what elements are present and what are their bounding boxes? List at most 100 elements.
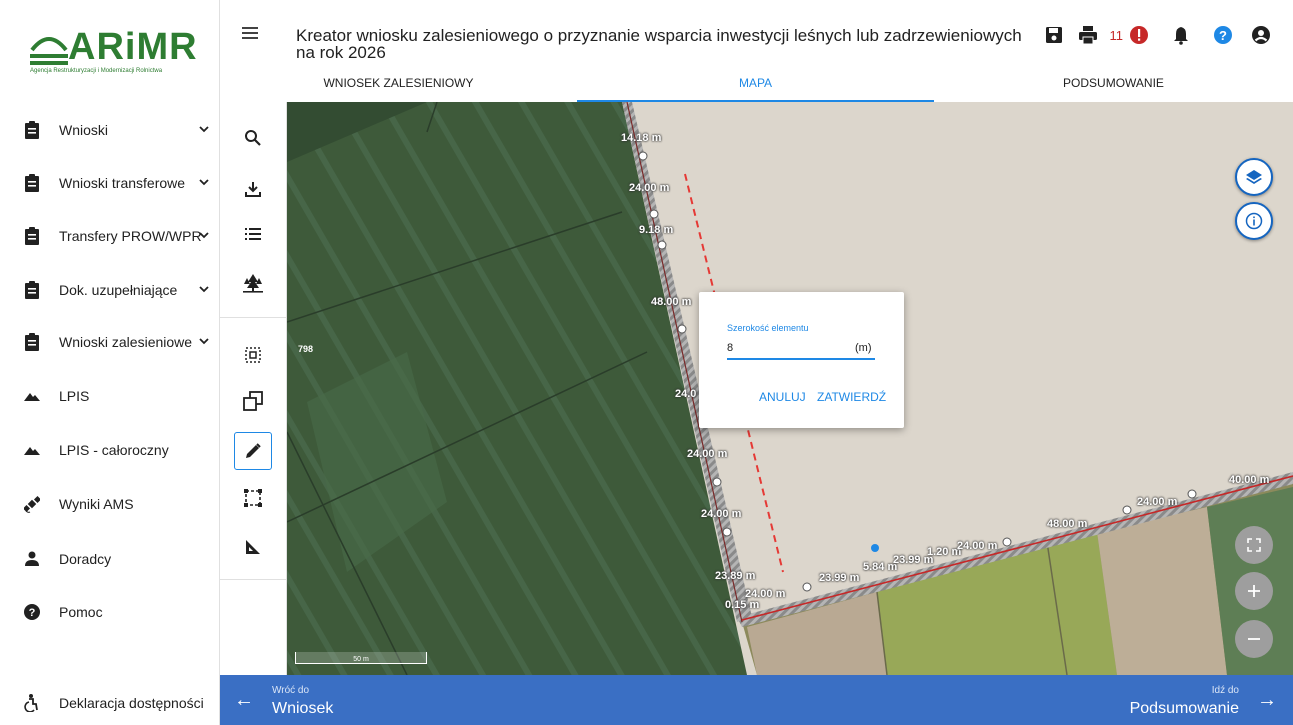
layers-button[interactable] — [1235, 158, 1273, 196]
notification-count: 11 — [1109, 27, 1124, 43]
measurement-label: 0.15 m — [725, 599, 760, 611]
measurement-label: 9.18 m — [639, 224, 674, 236]
measurement-label: 24.00 m — [629, 182, 670, 194]
sidebar-item-label: Doradcy — [59, 551, 112, 567]
sidebar-item-wnioski-transferowe[interactable]: Wnioski transferowe — [0, 163, 220, 203]
logo-text: ARiMR — [68, 26, 198, 68]
svg-text:?: ? — [29, 607, 36, 619]
measurement-label: 40.00 m — [1229, 474, 1270, 486]
zoom-in-button[interactable] — [1235, 572, 1273, 610]
width-unit: (m) — [855, 342, 872, 354]
next-caption: Idź do — [1211, 685, 1239, 696]
cancel-button[interactable]: ANULUJ — [759, 390, 806, 404]
download-tool-button[interactable] — [234, 170, 272, 208]
confirm-button[interactable]: ZATWIERDŹ — [817, 390, 886, 404]
width-input[interactable] — [727, 338, 875, 360]
chevron-down-icon — [199, 286, 209, 293]
tab-bar: WNIOSEK ZALESIENIOWY MAPA PODSUMOWANIE — [220, 70, 1293, 102]
mountain-icon — [24, 393, 40, 401]
minus-icon — [1248, 638, 1260, 640]
layers-icon — [1246, 170, 1262, 184]
print-icon[interactable] — [1078, 25, 1098, 45]
clipboard-icon — [25, 174, 39, 192]
arimr-logo[interactable]: ARiMR Agencja Restrukturyzacji i Moderni… — [28, 24, 208, 74]
sidebar-item-wnioski-zalesieniowe[interactable]: Wnioski zalesieniowe — [0, 322, 220, 362]
search-tool-button[interactable] — [234, 119, 272, 157]
sidebar-item-label: Dok. uzupełniające — [59, 282, 178, 298]
sidebar: ARiMR Agencja Restrukturyzacji i Moderni… — [0, 0, 220, 725]
tab-mapa[interactable]: MAPA — [577, 70, 934, 102]
parcel-number: 798 — [298, 344, 314, 354]
width-field-label: Szerokość elementu — [727, 323, 809, 333]
clipboard-icon — [25, 121, 39, 139]
save-icon[interactable] — [1044, 25, 1064, 45]
sidebar-item-wnioski[interactable]: Wnioski — [0, 110, 220, 150]
search-icon — [245, 130, 261, 146]
next-arrow-icon[interactable]: → — [1257, 689, 1277, 712]
account-icon[interactable] — [1251, 25, 1271, 45]
measure-angle-tool-button[interactable] — [234, 528, 272, 566]
sidebar-item-lpis[interactable]: LPIS — [0, 376, 220, 416]
mountain-icon — [24, 447, 40, 455]
toolbar-divider — [220, 579, 287, 580]
logo-mark-icon — [30, 37, 68, 65]
measurement-label: 24.00 m — [1137, 496, 1178, 508]
chevron-down-icon — [199, 338, 209, 345]
clipboard-icon — [25, 227, 39, 245]
select-area-tool-button[interactable] — [234, 336, 272, 374]
sidebar-item-pomoc[interactable]: ? Pomoc — [0, 592, 220, 632]
back-arrow-icon[interactable]: ← — [234, 689, 254, 712]
header-actions: 11 ? — [1030, 24, 1272, 46]
help-circle-icon: ? — [24, 604, 40, 620]
clipboard-icon — [25, 281, 39, 299]
person-icon — [25, 551, 39, 566]
measurement-label: 24.00 m — [957, 540, 998, 552]
scale-bar: 50 m — [295, 652, 427, 664]
info-button[interactable] — [1235, 202, 1273, 240]
sidebar-item-label: LPIS - całoroczny — [59, 442, 169, 458]
next-button[interactable]: Podsumowanie — [1130, 700, 1239, 718]
sidebar-item-label: Wnioski — [59, 122, 109, 138]
measurement-label: 48.00 m — [651, 296, 692, 308]
back-caption: Wróć do — [272, 685, 310, 696]
element-width-dialog: Szerokość elementu (m) ANULUJ ZATWIERDŹ — [699, 292, 904, 428]
zoom-out-button[interactable] — [1235, 620, 1273, 658]
back-button[interactable]: Wniosek — [272, 700, 333, 718]
map-view[interactable]: 798 14.18 m 24.00 m 9.18 m 48.00 m 24.0 … — [287, 102, 1293, 675]
rectangle-select-icon — [244, 489, 262, 507]
alert-icon[interactable] — [1129, 25, 1149, 45]
toolbar-divider — [220, 317, 287, 318]
copy-polygon-tool-button[interactable] — [234, 382, 272, 420]
trees-icon — [243, 274, 263, 293]
copy-polygon-icon — [243, 391, 263, 411]
fullscreen-button[interactable] — [1235, 526, 1273, 564]
sidebar-item-wyniki-ams[interactable]: Wyniki AMS — [0, 484, 220, 524]
sidebar-item-transfery[interactable]: Transfery PROW/WPR — [0, 216, 220, 256]
select-area-icon — [245, 347, 261, 363]
list-icon — [245, 228, 261, 240]
sidebar-item-doradcy[interactable]: Doradcy — [0, 539, 220, 579]
help-icon[interactable]: ? — [1213, 25, 1233, 45]
accessibility-icon — [24, 694, 38, 712]
fullscreen-icon — [1247, 538, 1261, 552]
list-tool-button[interactable] — [234, 215, 272, 253]
bell-icon[interactable] — [1171, 25, 1191, 45]
sidebar-item-lpis-caloroczny[interactable]: LPIS - całoroczny — [0, 430, 220, 470]
trees-tool-button[interactable] — [234, 264, 272, 302]
measurement-label: 48.00 m — [1047, 518, 1088, 530]
sidebar-item-deklaracja[interactable]: Deklaracja dostępności — [0, 683, 220, 723]
sidebar-item-label: Transfery PROW/WPR — [59, 228, 202, 244]
menu-icon[interactable] — [242, 26, 258, 40]
sidebar-item-label: Wnioski transferowe — [59, 175, 186, 191]
ruler-angle-icon — [246, 540, 260, 554]
sidebar-item-dok-uzupelniajace[interactable]: Dok. uzupełniające — [0, 270, 220, 310]
svg-text:?: ? — [1219, 28, 1227, 43]
app-header: Kreator wniosku zalesieniowego o przyzna… — [220, 0, 1293, 102]
measurement-label: 24.0 — [675, 388, 697, 400]
app-root: ARiMR Agencja Restrukturyzacji i Moderni… — [0, 0, 1293, 725]
draw-tool-button[interactable] — [234, 432, 272, 470]
tab-wniosek-zalesieniowy[interactable]: WNIOSEK ZALESIENIOWY — [220, 70, 577, 102]
rectangle-select-tool-button[interactable] — [234, 479, 272, 517]
measurement-label: 23.89 m — [715, 570, 756, 582]
tab-podsumowanie[interactable]: PODSUMOWANIE — [934, 70, 1293, 102]
